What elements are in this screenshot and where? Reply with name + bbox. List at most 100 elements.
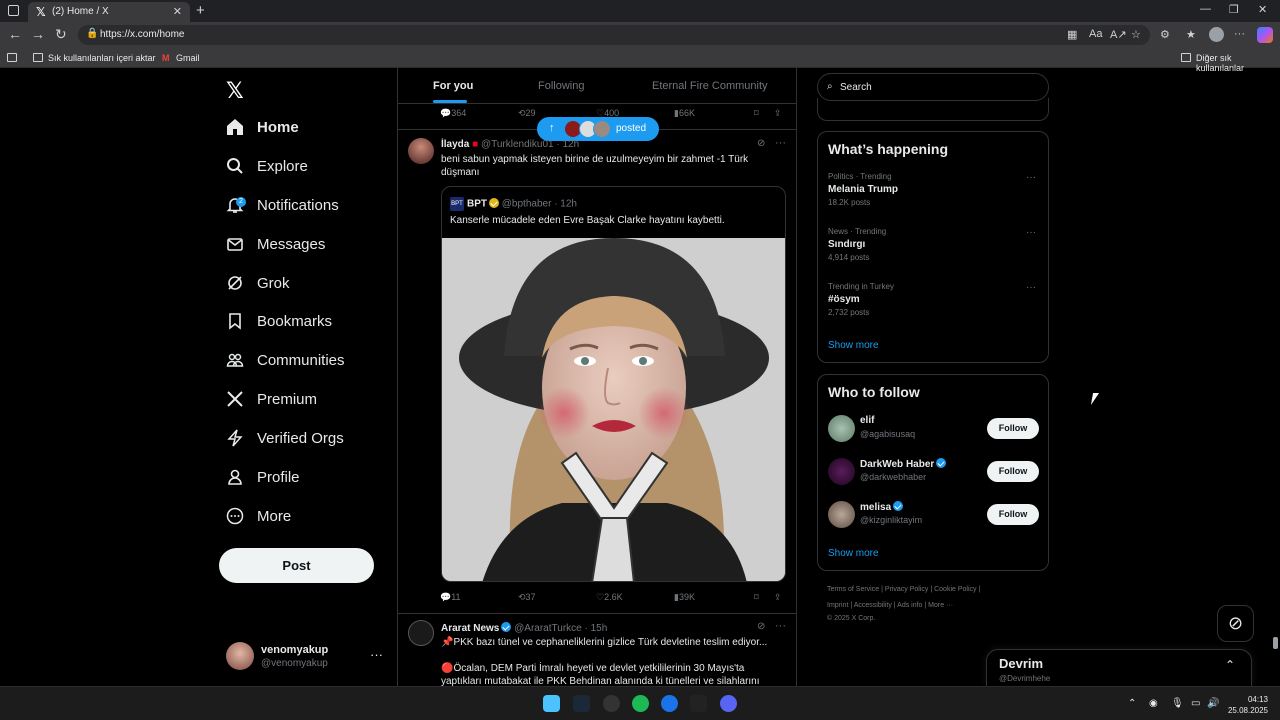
nav-verified-orgs[interactable]: Verified Orgs [226, 423, 396, 453]
tab-following[interactable]: Following [538, 80, 584, 92]
quoted-tweet[interactable]: BPT BPT @bpthaber · 12h Kanserle mücadele… [441, 186, 786, 582]
discord-icon[interactable] [720, 695, 737, 712]
steam-icon[interactable] [573, 695, 590, 712]
copilot-icon[interactable] [1257, 27, 1273, 43]
share-icon[interactable]: ⇪ [774, 592, 782, 603]
minimize-icon[interactable]: — [1200, 3, 1211, 15]
windows-start-icon[interactable] [543, 695, 560, 712]
close-window-icon[interactable]: ✕ [1258, 3, 1267, 16]
show-more-link[interactable]: Show more [828, 340, 879, 351]
avatar [226, 642, 254, 670]
trend-item[interactable]: Politics · Trending Melania Trump 18.2K … [828, 172, 1040, 207]
follow-button[interactable]: Follow [987, 504, 1039, 525]
like-button[interactable]: ♡ 2.6K [596, 592, 623, 603]
repost-button[interactable]: ⟲ 37 [518, 592, 536, 603]
search-input[interactable]: ⌕ Search [817, 73, 1049, 101]
nav-explore[interactable]: Explore [226, 151, 396, 181]
chrome-icon[interactable] [603, 695, 620, 712]
restore-icon[interactable]: ❐ [1229, 3, 1239, 16]
more-icon[interactable]: ··· [775, 137, 786, 149]
lock-icon[interactable]: 🔒 [86, 28, 98, 39]
trend-item[interactable]: News · Trending Sındırgı 4,914 posts ··· [828, 227, 1040, 262]
nav-home[interactable]: Home [226, 112, 396, 142]
close-tab-icon[interactable]: ✕ [173, 5, 182, 18]
more-icon[interactable]: ··· [775, 620, 786, 632]
chevron-up-icon[interactable]: ⌃ [1128, 698, 1136, 709]
reply-button[interactable]: 💬 11 [440, 592, 461, 603]
tab-eternal-fire-community[interactable]: Eternal Fire Community [652, 80, 768, 92]
nav-profile[interactable]: Profile [226, 462, 396, 492]
follow-suggestion[interactable]: elif @agabisusaq Follow [828, 414, 1040, 444]
x-app-icon[interactable] [690, 695, 707, 712]
nav-more[interactable]: More [226, 501, 396, 531]
favorite-star-icon[interactable]: ☆ [1131, 28, 1141, 41]
workspaces-icon[interactable] [8, 5, 19, 16]
refresh-icon[interactable]: ↻ [55, 26, 67, 43]
page-scrollbar[interactable] [1273, 637, 1278, 649]
browser-menu-icon[interactable]: ··· [1234, 28, 1245, 40]
grok-explain-icon[interactable]: ⊘ [757, 621, 765, 632]
spotify-icon[interactable] [632, 695, 649, 712]
bookmark-gmail[interactable]: Gmail [176, 53, 200, 63]
nav-bookmarks[interactable]: Bookmarks [226, 306, 396, 336]
reply-button[interactable]: 💬 364 [440, 108, 466, 119]
chevron-up-icon[interactable]: ⌃ [1225, 658, 1235, 672]
nav-messages[interactable]: Messages [226, 229, 396, 259]
extensions-icon[interactable]: ⚙ [1160, 28, 1170, 41]
tweet-image[interactable] [442, 238, 785, 581]
trend-item[interactable]: Trending in Turkey #ösym 2,732 posts ··· [828, 282, 1040, 317]
app-available-icon[interactable]: ▦ [1067, 28, 1077, 41]
grok-floating-button[interactable]: ⊘ [1217, 605, 1254, 642]
more-icon[interactable]: ··· [1026, 282, 1036, 293]
show-more-link[interactable]: Show more [828, 548, 879, 559]
messages-drawer[interactable]: Devrim @Devrimhehe ⌃ [986, 649, 1252, 686]
x-logo-icon[interactable]: 𝕏 [226, 78, 244, 104]
repost-button[interactable]: ⟲ 29 [518, 108, 536, 119]
follow-suggestion[interactable]: melisa @kizginliktayim Follow [828, 500, 1040, 530]
more-icon[interactable]: ··· [370, 647, 383, 662]
network-icon[interactable]: ▭ [1191, 698, 1200, 709]
follow-button[interactable]: Follow [987, 461, 1039, 482]
nav-communities[interactable]: Communities [226, 345, 396, 375]
system-clock[interactable]: 04:13 25.08.2025 [1222, 694, 1268, 716]
tweet-author[interactable]: İlayda ■ @Turklendiku01 · 12h [441, 139, 579, 150]
grok-explain-icon[interactable]: ⊘ [757, 138, 765, 149]
browser-profile-avatar[interactable] [1209, 27, 1224, 42]
back-icon[interactable]: ← [8, 26, 22, 42]
new-tab-icon[interactable]: + [196, 2, 205, 19]
bookmark-import[interactable]: Sık kullanılanları içeri aktar [48, 53, 156, 63]
bookmark-icon[interactable]: ⌑ [754, 592, 759, 603]
immersive-reader-icon[interactable]: Aa [1089, 28, 1102, 40]
steam-tray-icon[interactable]: ◉ [1149, 698, 1158, 709]
nav-premium[interactable]: Premium [226, 384, 396, 414]
follow-button[interactable]: Follow [987, 418, 1039, 439]
account-switcher[interactable]: venomyakup @venomyakup ··· [226, 641, 386, 671]
edge-icon[interactable] [661, 695, 678, 712]
forward-icon[interactable]: → [31, 26, 45, 42]
new-posts-pill[interactable]: ↑ posted [537, 117, 659, 141]
volume-icon[interactable]: 🔊 [1207, 698, 1219, 709]
tweet-author[interactable]: Ararat News @AraratTurkce · 15h [441, 622, 607, 634]
post-button[interactable]: Post [219, 548, 374, 583]
read-aloud-icon[interactable]: A↗ [1110, 28, 1127, 41]
search-icon [226, 157, 244, 175]
microphone-icon[interactable]: 🎙 [1171, 698, 1184, 709]
footer-links[interactable]: Imprint | Accessibility | Ads info | Mor… [827, 602, 953, 609]
nav-grok[interactable]: Grok [226, 268, 396, 298]
more-icon[interactable]: ··· [1026, 172, 1036, 183]
views-button[interactable]: ▮ 39K [674, 592, 695, 603]
url-field[interactable]: 🔒 https://x.com/home [78, 25, 1150, 45]
follow-suggestion[interactable]: DarkWeb Haber @darkwebhaber Follow [828, 457, 1040, 487]
tab-for-you[interactable]: For you [433, 80, 473, 92]
avatar[interactable] [408, 138, 434, 164]
more-icon[interactable]: ··· [1026, 227, 1036, 238]
views-button[interactable]: ▮ 66K [674, 108, 695, 119]
nav-notifications[interactable]: 2 Notifications [226, 190, 396, 220]
share-icon[interactable]: ⇪ [774, 108, 782, 119]
favorites-icon[interactable]: ★ [1186, 28, 1196, 41]
reading-list-icon[interactable] [7, 53, 17, 62]
footer-links[interactable]: Terms of Service | Privacy Policy | Cook… [827, 586, 980, 593]
bookmark-icon[interactable]: ⌑ [754, 108, 759, 119]
avatar[interactable] [408, 620, 434, 646]
browser-tab[interactable]: 𝕏 (2) Home / X ✕ [28, 2, 190, 22]
